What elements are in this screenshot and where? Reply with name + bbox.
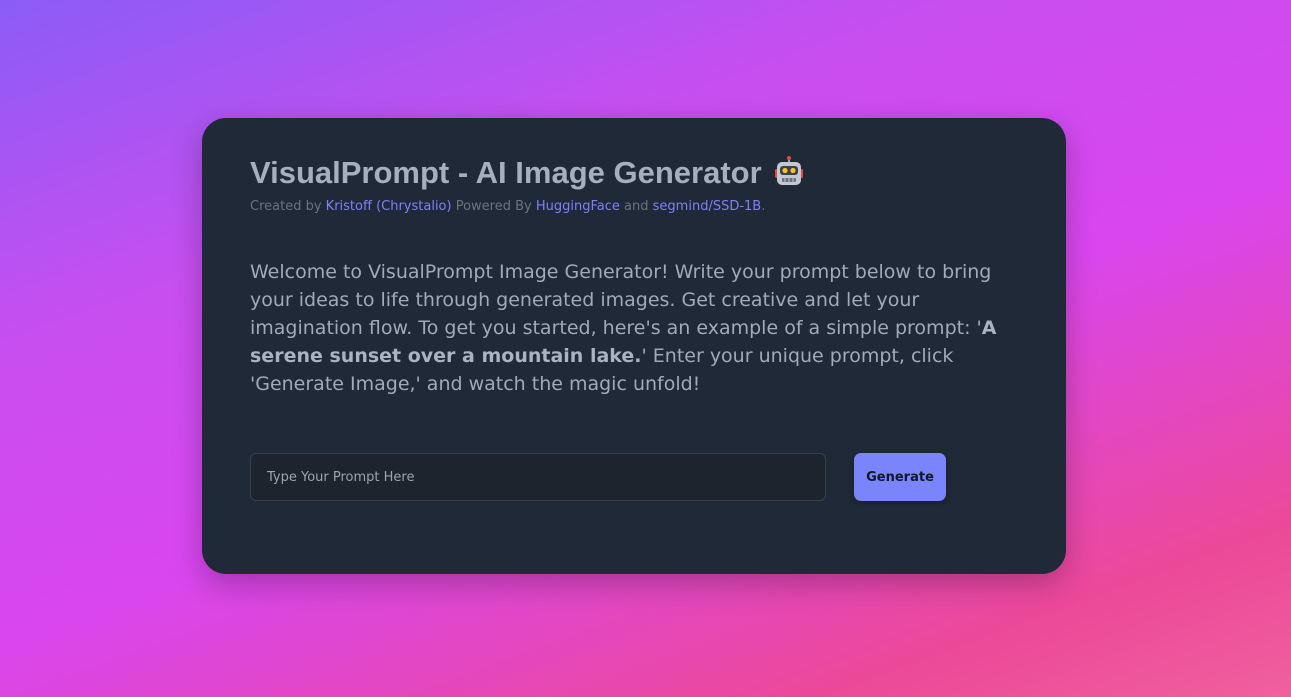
prompt-input[interactable] <box>250 453 826 501</box>
welcome-text: Welcome to VisualPrompt Image Generator!… <box>250 258 1018 398</box>
page-title: VisualPrompt - AI Image Generator <box>250 154 1018 192</box>
welcome-intro: Welcome to VisualPrompt Image Generator!… <box>250 261 992 339</box>
byline: Created by Kristoff (Chrystalio) Powered… <box>250 198 1018 216</box>
generate-button[interactable]: Generate <box>854 453 946 501</box>
main-card: VisualPrompt - AI Image Generator Create… <box>202 118 1066 574</box>
robot-icon <box>772 156 806 190</box>
powered-by-label: Powered By <box>455 199 532 214</box>
author-link[interactable]: Kristoff (Chrystalio) <box>326 199 452 214</box>
page-title-text: VisualPrompt - AI Image Generator <box>250 155 762 190</box>
prompt-form: Generate <box>250 453 950 501</box>
model-link[interactable]: segmind/SSD-1B <box>653 199 762 214</box>
and-label: and <box>624 199 649 214</box>
byline-period: . <box>761 199 766 214</box>
created-by-label: Created by <box>250 199 322 214</box>
huggingface-link[interactable]: HuggingFace <box>536 199 620 214</box>
